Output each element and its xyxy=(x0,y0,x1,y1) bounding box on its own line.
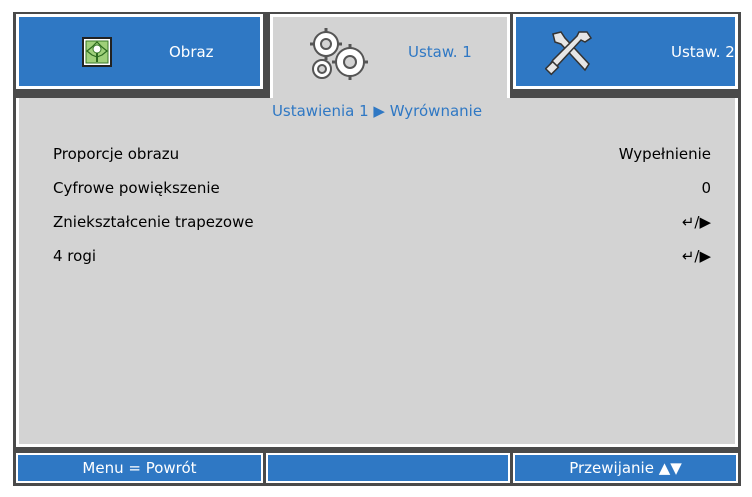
menu-item-value: 0 xyxy=(701,179,711,197)
tab-ustaw2[interactable]: Ustaw. 2 xyxy=(513,14,738,89)
osd-menu: Obraz Ustaw. 1 Ustaw. 2 Ustawienia 1 ▶ W… xyxy=(13,12,741,486)
settings-panel: Ustawienia 1 ▶ Wyrównanie Proporcje obra… xyxy=(16,98,738,447)
gears-icon xyxy=(303,23,373,85)
enter-arrow-icon: ↵/▶ xyxy=(681,213,711,231)
menu-item-label: Zniekształcenie trapezowe xyxy=(53,213,254,231)
footer-scroll-hint: Przewijanie ▲▼ xyxy=(513,453,738,483)
picture-icon xyxy=(81,36,113,68)
tab-ustaw2-label: Ustaw. 2 xyxy=(671,43,735,61)
menu-item-label: 4 rogi xyxy=(53,247,97,265)
breadcrumb: Ustawienia 1 ▶ Wyrównanie xyxy=(271,102,483,120)
tab-ustaw1[interactable]: Ustaw. 1 xyxy=(270,14,510,102)
tools-icon xyxy=(544,27,596,77)
tab-ustaw1-label: Ustaw. 1 xyxy=(408,43,472,61)
menu-item-value: Wypełnienie xyxy=(618,145,711,163)
menu-item-4-rogi[interactable]: 4 rogi ↵/▶ xyxy=(53,244,711,268)
footer-empty xyxy=(266,453,510,483)
menu-item-label: Proporcje obrazu xyxy=(53,145,180,163)
menu-item-label: Cyfrowe powiększenie xyxy=(53,179,220,197)
menu-item-znieksztalcenie-trapezowe[interactable]: Zniekształcenie trapezowe ↵/▶ xyxy=(53,210,711,234)
tab-obraz[interactable]: Obraz xyxy=(16,14,263,89)
tab-obraz-label: Obraz xyxy=(169,43,214,61)
footer-back-hint: Menu = Powrót xyxy=(16,453,263,483)
menu-item-cyfrowe-powiekszenie[interactable]: Cyfrowe powiększenie 0 xyxy=(53,176,711,200)
enter-arrow-icon: ↵/▶ xyxy=(681,247,711,265)
menu-item-proporcje-obrazu[interactable]: Proporcje obrazu Wypełnienie xyxy=(53,142,711,166)
footer-bar: Menu = Powrót Przewijanie ▲▼ xyxy=(16,453,738,483)
